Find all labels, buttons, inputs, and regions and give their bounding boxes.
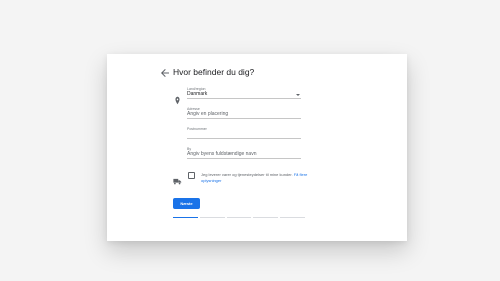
delivery-consent-text: Jeg leverer varer og tjenesteydelser til… — [201, 172, 293, 177]
postal-code-field[interactable]: Postnummer — [187, 127, 301, 139]
city-input[interactable]: Angiv byens fuldstændige navn — [187, 151, 301, 158]
truck-icon — [173, 172, 182, 185]
page-title: Hvor befinder du dig? — [173, 67, 255, 77]
city-field[interactable]: By Angiv byens fuldstændige navn — [187, 147, 301, 159]
location-dialog: Hvor befinder du dig? Land/region Danmar… — [107, 54, 407, 241]
caret-down-icon — [296, 94, 300, 96]
next-button[interactable]: Næste — [173, 198, 200, 209]
country-value: Danmark — [187, 91, 208, 97]
country-select[interactable]: Land/region Danmark — [187, 87, 301, 99]
arrow-back-icon[interactable] — [159, 66, 171, 78]
progress-step — [173, 217, 198, 219]
postal-code-input[interactable] — [187, 131, 301, 138]
address-field[interactable]: Adresse Angiv en placering — [187, 107, 301, 119]
progress-step — [280, 217, 305, 219]
progress-step — [253, 217, 279, 219]
progress-step — [226, 217, 252, 219]
progress-bar — [173, 217, 305, 219]
progress-step — [199, 217, 225, 219]
location-pin-icon — [174, 92, 181, 105]
delivery-checkbox[interactable] — [188, 172, 195, 179]
address-input[interactable]: Angiv en placering — [187, 111, 301, 118]
delivery-consent: Jeg leverer varer og tjenesteydelser til… — [201, 172, 311, 184]
